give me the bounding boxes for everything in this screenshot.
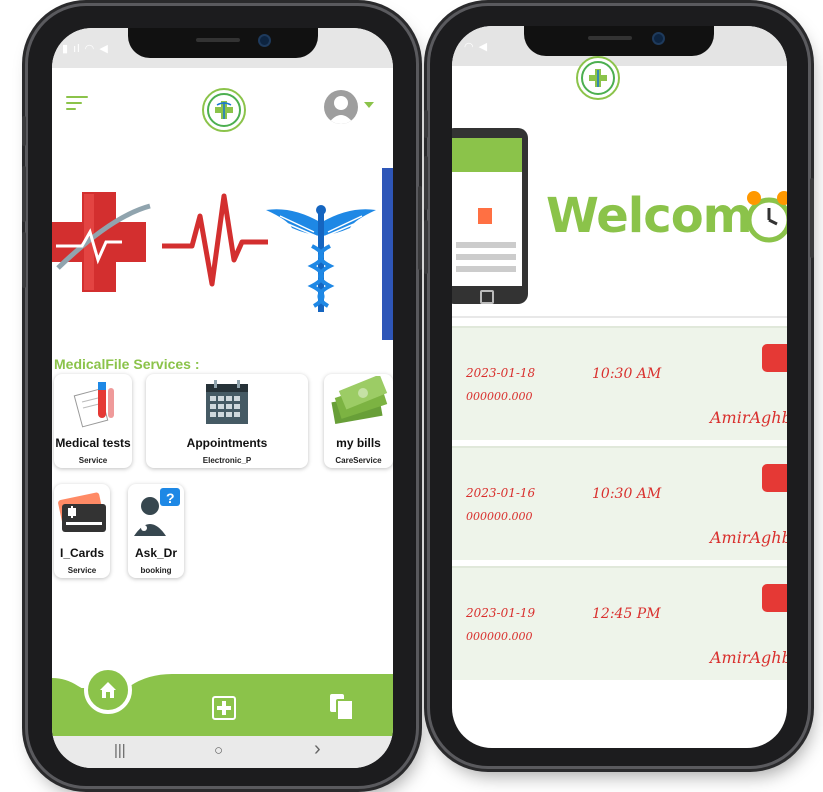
status-icons: ◠ ◀ — [464, 41, 489, 53]
heartbeat-icon — [162, 193, 268, 287]
home-icon — [100, 682, 116, 698]
card-subtitle: booking — [140, 566, 172, 575]
divider — [452, 316, 787, 318]
appointment-row[interactable]: 2023-01-19 000000.000 12:45 PM AmirAghba — [452, 566, 787, 680]
app-screen-right: ◠ ◀ Welcome 2023-01-18 000000.000 10:30 … — [452, 26, 787, 748]
medical-banner — [52, 176, 393, 326]
app-screen-left: ▮ ıl ◠ ◀ MedicalFile Services: Medical … — [52, 28, 393, 768]
card-title: I_Cards — [59, 546, 105, 560]
power-button — [810, 178, 814, 258]
illustration-home-button — [480, 290, 494, 304]
card-subtitle: Service — [78, 456, 108, 465]
appointment-time: 10:30 AM — [592, 366, 662, 382]
medical-banner-art — [52, 192, 376, 312]
doctor-name: AmirAghba — [710, 408, 787, 427]
calendar-graphic — [206, 380, 248, 424]
chevron-down-icon[interactable] — [364, 102, 374, 108]
system-home-button[interactable]: ○ — [214, 742, 223, 759]
card-subtitle: Electronic_P — [202, 456, 252, 465]
illustration-header — [452, 138, 522, 172]
recent-apps-button[interactable]: ||| — [114, 742, 126, 759]
credit-card-graphic — [58, 492, 106, 532]
credit-card-icon — [56, 488, 108, 541]
card-title: my bills — [336, 436, 381, 450]
appointment-code: 000000.000 — [466, 510, 533, 523]
banner-edge-strip — [382, 168, 393, 340]
volume-up-button — [22, 166, 26, 222]
alarm-clock-icon[interactable] — [762, 464, 787, 492]
appointments-card[interactable]: Appointments Electronic_P — [146, 374, 308, 468]
volume-down-button — [424, 220, 428, 274]
user-avatar-icon[interactable] — [324, 90, 358, 124]
appointment-date: 2023-01-16 — [466, 486, 536, 500]
appointment-time: 12:45 PM — [592, 606, 661, 622]
notch — [128, 28, 318, 58]
i-cards-card[interactable]: I_Cards Service — [54, 484, 110, 578]
my-bills-card[interactable]: my bills CareService — [324, 374, 393, 468]
doctor-name: AmirAghba — [710, 528, 787, 547]
alarm-clock-icon[interactable] — [762, 344, 787, 372]
system-navigation-bar: ||| ○ › — [52, 736, 393, 768]
volume-down-button — [22, 232, 26, 288]
alarm-clock-icon[interactable] — [762, 584, 787, 612]
appointment-code: 000000.000 — [466, 390, 533, 403]
illustration-phone-screen — [452, 138, 522, 286]
svg-text:?: ? — [166, 490, 175, 506]
logo-inner — [207, 93, 241, 127]
caduceus-logo-icon — [202, 88, 246, 132]
test-tube-graphic — [73, 382, 114, 428]
mute-switch — [424, 110, 428, 138]
doctor-graphic: ? — [134, 488, 180, 536]
phone-frame-left: ▮ ıl ◠ ◀ MedicalFile Services: Medical … — [22, 6, 422, 786]
documents-icon[interactable] — [330, 694, 354, 721]
user-silhouette — [328, 96, 354, 124]
appointment-time: 10:30 AM — [592, 486, 662, 502]
appointment-code: 000000.000 — [466, 630, 533, 643]
status-icons: ▮ ıl ◠ ◀ — [62, 43, 109, 55]
caduceus-wings-icon — [266, 205, 376, 312]
notch — [524, 26, 714, 56]
caduceus-icon — [215, 101, 233, 119]
doctor-name: AmirAghba — [710, 648, 787, 667]
alarm-clock-icon — [746, 191, 787, 243]
illustration-phone — [452, 128, 528, 304]
phone-frame-right: ◠ ◀ Welcome 2023-01-18 000000.000 10:30 … — [424, 6, 814, 766]
front-camera — [258, 34, 271, 47]
plus-square-icon[interactable] — [212, 696, 236, 720]
power-button — [418, 186, 422, 270]
appointment-date: 2023-01-18 — [466, 366, 536, 380]
doctor-question-icon: ? — [130, 486, 182, 543]
appointment-date: 2023-01-19 — [466, 606, 536, 620]
mute-switch — [22, 116, 26, 146]
home-button[interactable] — [84, 666, 132, 714]
card-subtitle: CareService — [335, 456, 382, 465]
card-subtitle: Service — [67, 566, 97, 575]
calendar-icon — [202, 378, 252, 433]
illustration-selected-day — [478, 208, 492, 224]
menu-icon[interactable] — [66, 96, 88, 112]
red-cross-icon — [52, 192, 151, 292]
appointment-row[interactable]: 2023-01-16 000000.000 10:30 AM AmirAghba — [452, 446, 787, 560]
test-tube-icon — [68, 378, 118, 433]
money-graphic — [330, 374, 387, 425]
caduceus-logo-icon — [576, 56, 620, 100]
speaker — [588, 36, 632, 40]
card-title: Appointments — [186, 436, 268, 450]
section-title: MedicalFile Services : — [54, 356, 200, 372]
card-title: Ask_Dr — [134, 546, 178, 560]
volume-up-button — [424, 156, 428, 210]
logo-inner — [581, 61, 615, 95]
appointment-row[interactable]: 2023-01-18 000000.000 10:30 AM AmirAghba — [452, 326, 787, 440]
system-back-button[interactable]: › — [314, 738, 321, 761]
speaker — [196, 38, 240, 42]
ask-dr-card[interactable]: ? Ask_Dr booking — [128, 484, 184, 578]
medical-tests-card[interactable]: Medical tests Service — [54, 374, 132, 468]
money-icon — [329, 374, 389, 433]
caduceus-icon — [589, 69, 607, 87]
front-camera — [652, 32, 665, 45]
card-title: Medical tests — [55, 436, 131, 450]
